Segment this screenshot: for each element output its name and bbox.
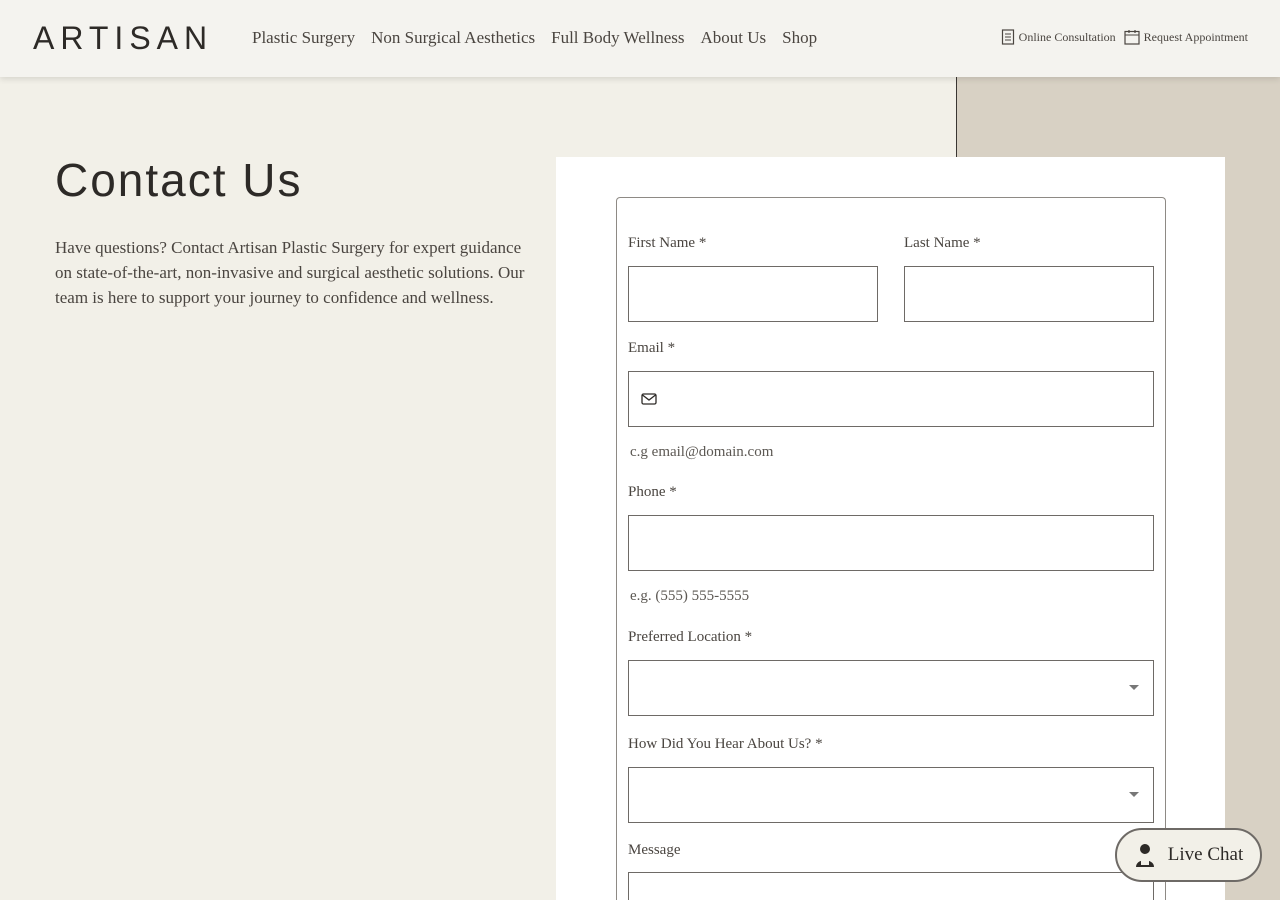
nav-item-non-surgical-aesthetics[interactable]: Non Surgical Aesthetics <box>371 26 535 50</box>
calendar-icon <box>1124 30 1140 45</box>
nav-item-shop[interactable]: Shop <box>782 26 817 50</box>
location-select[interactable] <box>628 660 1154 716</box>
nav-item-full-body-wellness[interactable]: Full Body Wellness <box>551 26 684 50</box>
message-field[interactable] <box>628 872 1154 900</box>
request-appointment-label: Request Appointment <box>1143 29 1248 44</box>
phone-hint: e.g. (555) 555-5555 <box>630 588 750 604</box>
live-chat-button[interactable]: Live Chat <box>1115 828 1262 882</box>
nav-item-about-us[interactable]: About Us <box>701 26 767 50</box>
nav-item-plastic-surgery[interactable]: Plastic Surgery <box>252 26 355 50</box>
header-actions: Online Consultation Request Appointment <box>993 29 1248 45</box>
email-label: Email * <box>628 340 676 356</box>
message-label: Message <box>628 842 681 858</box>
last-name-field[interactable] <box>904 266 1154 322</box>
last-name-label: Last Name * <box>904 235 981 251</box>
request-appointment-link[interactable]: Request Appointment <box>1124 29 1248 45</box>
hear-about-label: How Did You Hear About Us? * <box>628 736 823 752</box>
main-nav: Plastic Surgery Non Surgical Aesthetics … <box>252 26 833 50</box>
chevron-down-icon <box>1129 685 1139 690</box>
chevron-down-icon <box>1129 792 1139 797</box>
artisan-logo[interactable]: ARTISAN <box>33 19 213 57</box>
location-label: Preferred Location * <box>628 629 753 645</box>
first-name-label: First Name * <box>628 235 707 251</box>
mail-icon <box>641 393 657 405</box>
hear-about-select[interactable] <box>628 767 1154 823</box>
online-consultation-label: Online Consultation <box>1018 29 1116 44</box>
online-consultation-link[interactable]: Online Consultation <box>1001 29 1116 45</box>
site-header: ARTISAN Plastic Surgery Non Surgical Aes… <box>0 0 1280 77</box>
email-hint: c.g email@domain.com <box>630 444 774 460</box>
email-field[interactable] <box>628 371 1154 427</box>
live-chat-label: Live Chat <box>1167 844 1244 865</box>
phone-field[interactable] <box>628 515 1154 571</box>
agent-icon <box>1135 844 1154 867</box>
intro-text: Have questions? Contact Artisan Plastic … <box>55 238 525 307</box>
page-title: Contact Us <box>55 154 303 206</box>
phone-label: Phone * <box>628 484 677 500</box>
document-icon <box>1001 29 1014 45</box>
first-name-field[interactable] <box>628 266 878 322</box>
